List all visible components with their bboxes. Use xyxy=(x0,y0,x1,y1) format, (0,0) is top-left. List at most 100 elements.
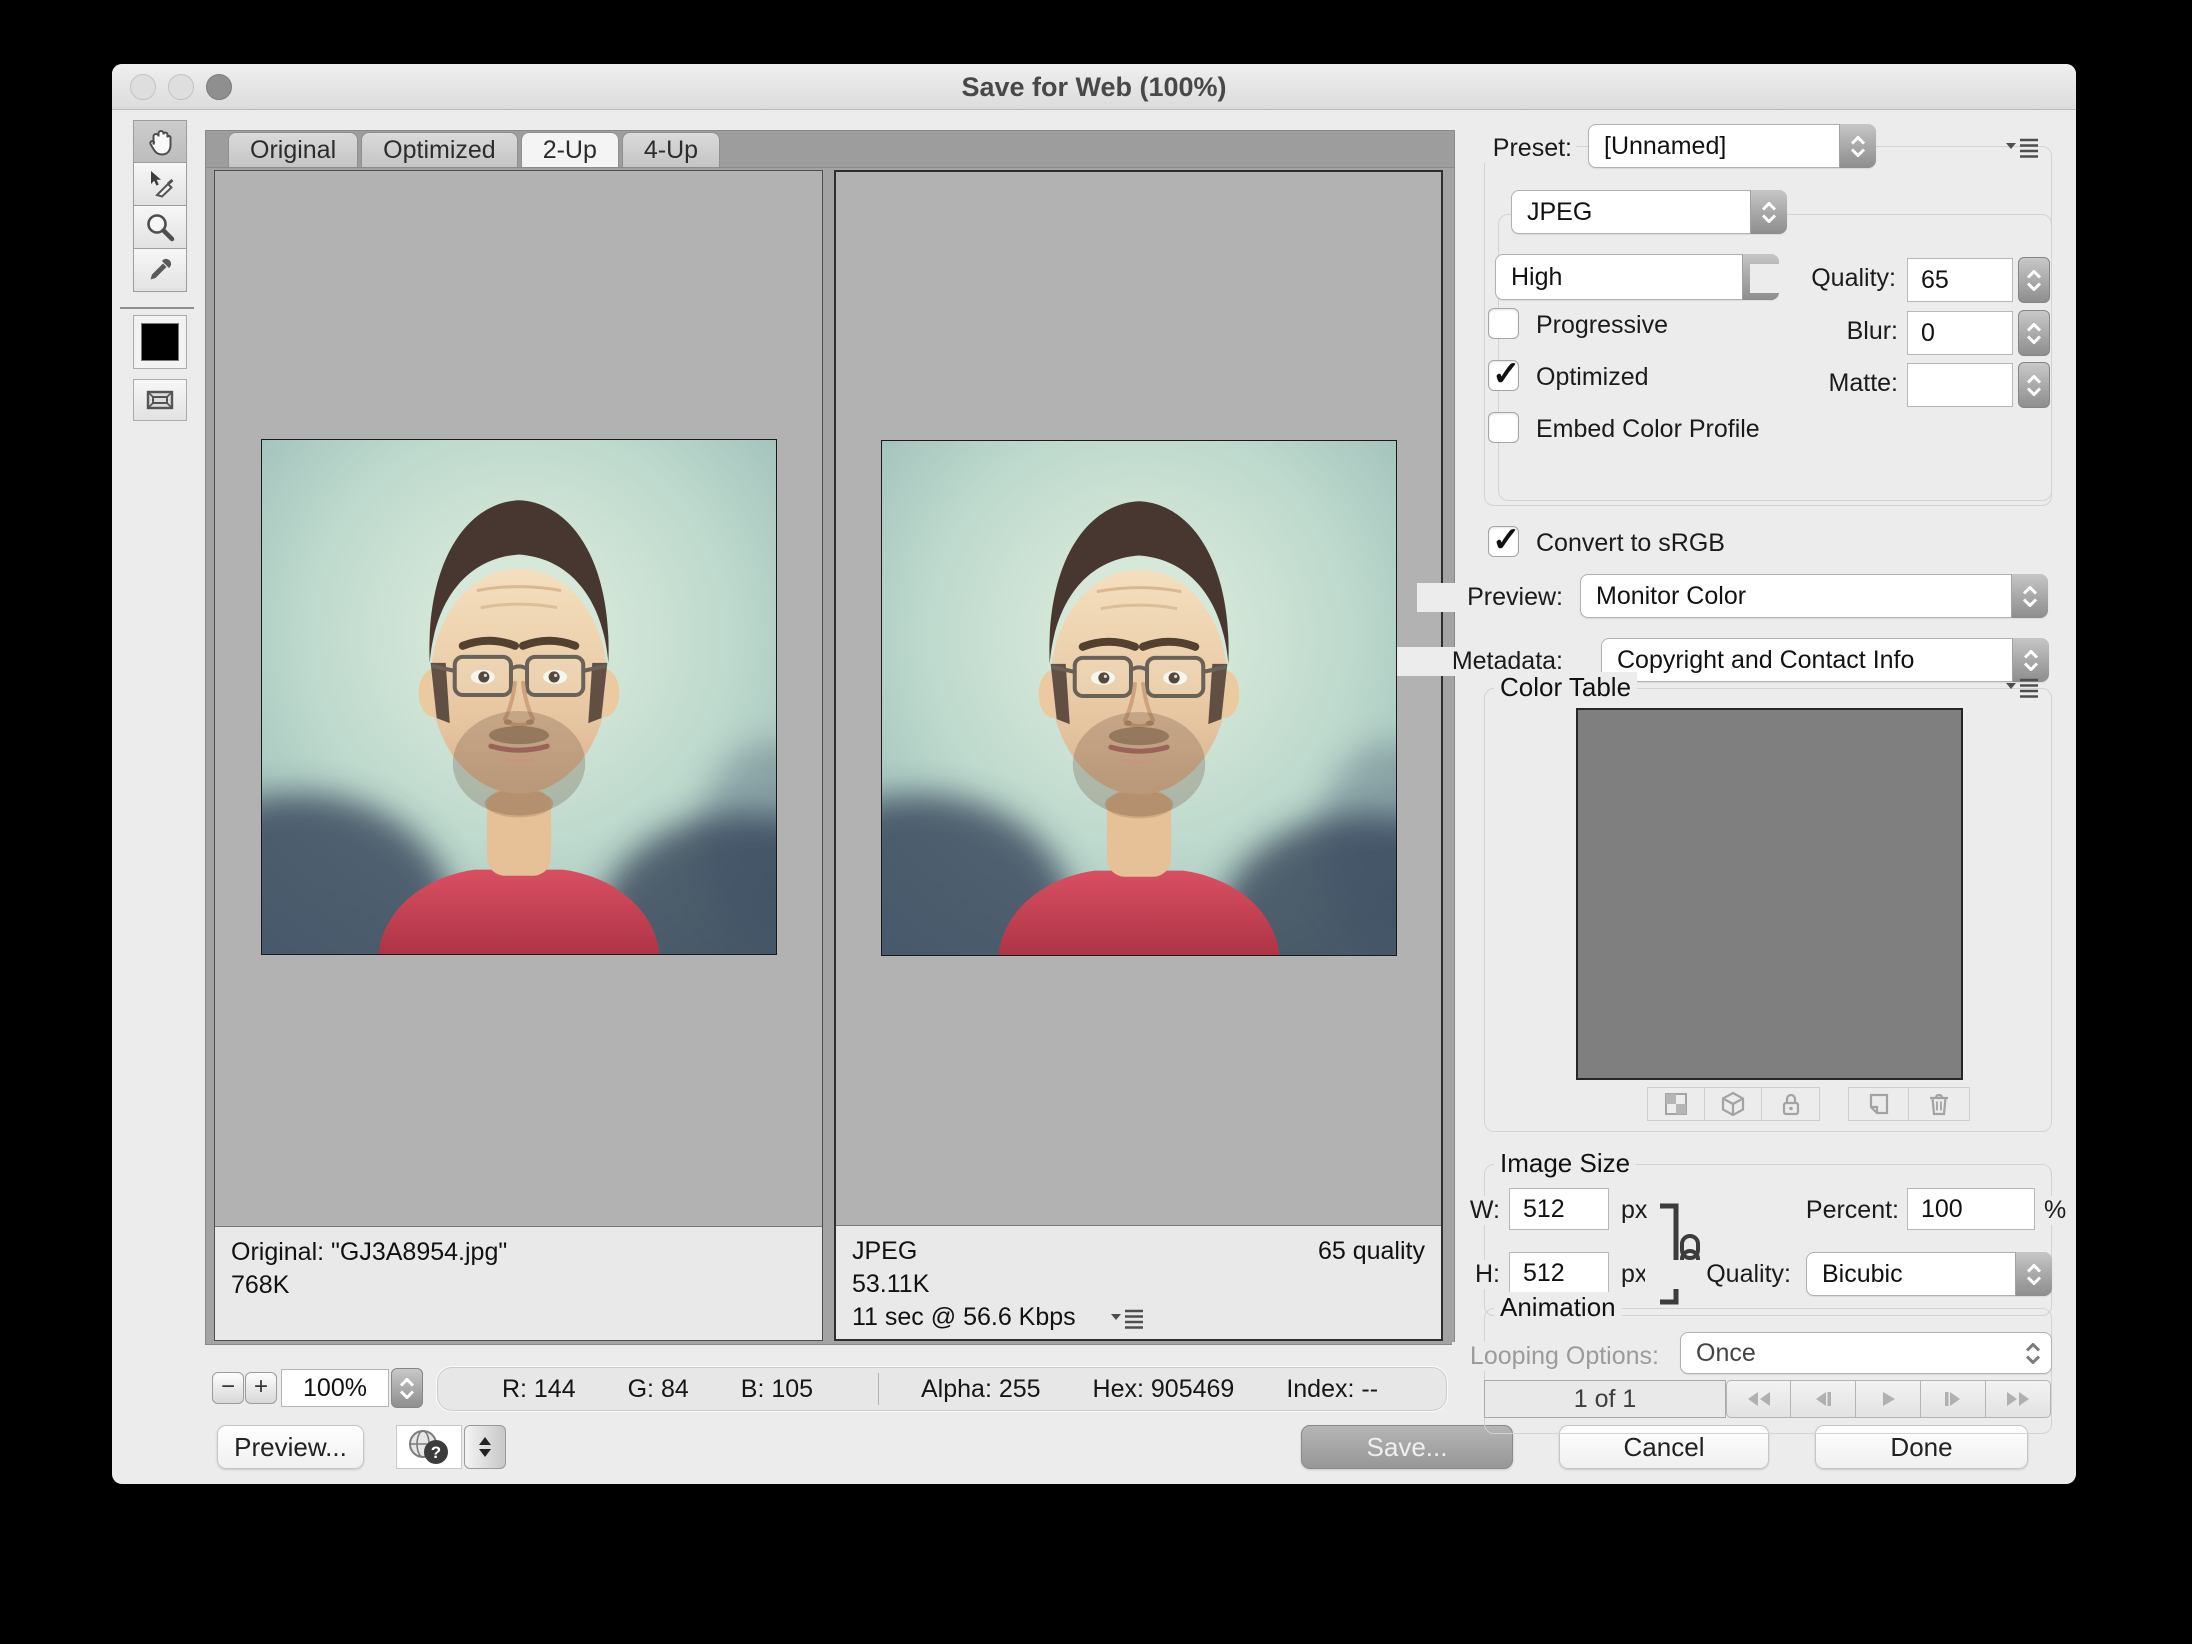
compression-quality-select[interactable]: High xyxy=(1495,254,1779,300)
zoom-window-button[interactable] xyxy=(206,74,232,100)
blur-stepper[interactable] xyxy=(2018,310,2050,356)
format-select[interactable]: JPEG xyxy=(1511,190,1787,234)
select-browser-button[interactable]: ? xyxy=(396,1425,462,1469)
hand-tool-button[interactable] xyxy=(133,120,187,163)
tab-4up[interactable]: 4-Up xyxy=(622,132,720,167)
eyedropper-color-swatch[interactable] xyxy=(133,315,187,369)
slices-visibility-icon xyxy=(142,382,178,418)
first-frame-button[interactable] xyxy=(1726,1380,1791,1418)
hand-icon xyxy=(142,124,178,160)
chevron-up-icon xyxy=(2026,1264,2042,1273)
lock-color-button[interactable] xyxy=(1762,1088,1819,1120)
percent-value: 100 xyxy=(1921,1195,1963,1224)
original-pane[interactable]: Original: "GJ3A8954.jpg" 768K xyxy=(214,170,823,1341)
zoom-tool-button[interactable] xyxy=(133,206,187,249)
convert-to-srgb-checkbox[interactable]: ✓ xyxy=(1488,526,1519,557)
chevron-down-icon xyxy=(2026,1276,2042,1285)
optimized-preview-image[interactable] xyxy=(881,440,1397,956)
last-frame-button[interactable] xyxy=(1986,1380,2051,1418)
preset-value: [Unnamed] xyxy=(1604,132,1726,161)
original-filename: Original: "GJ3A8954.jpg" xyxy=(231,1236,806,1269)
chevron-up-icon xyxy=(2026,270,2042,279)
preview-label: Preview: xyxy=(1417,583,1567,612)
index-readout: Index: -- xyxy=(1286,1375,1378,1404)
looping-options-value: Once xyxy=(1696,1339,1756,1368)
chevron-down-icon xyxy=(2026,282,2042,291)
tab-2up[interactable]: 2-Up xyxy=(521,132,619,167)
magnifier-icon xyxy=(142,209,178,245)
constrain-proportions-link-icon[interactable] xyxy=(1654,1198,1706,1310)
toggle-slices-visibility-button[interactable] xyxy=(133,379,187,421)
width-unit: px xyxy=(1617,1196,1651,1225)
close-window-button[interactable] xyxy=(130,74,156,100)
arrow-up-icon xyxy=(479,1437,491,1445)
tab-original[interactable]: Original xyxy=(228,132,358,167)
optimized-checkbox[interactable]: ✓ xyxy=(1488,360,1519,391)
next-frame-button[interactable] xyxy=(1921,1380,1986,1418)
download-speed-menu-icon[interactable] xyxy=(1109,1307,1145,1329)
embed-color-profile-checkbox[interactable]: ✓ xyxy=(1488,412,1519,443)
width-field[interactable]: 512 xyxy=(1509,1188,1609,1230)
preview-select[interactable]: Monitor Color xyxy=(1580,574,2048,618)
web-shift-button[interactable] xyxy=(1705,1088,1762,1120)
svg-text:?: ? xyxy=(431,1443,441,1462)
color-table-menu-icon[interactable] xyxy=(2004,676,2040,698)
red-readout: R: 144 xyxy=(502,1375,576,1404)
embed-color-profile-label: Embed Color Profile xyxy=(1532,415,1764,444)
color-table-actions-right xyxy=(1848,1087,1970,1121)
looping-options-select[interactable]: Once xyxy=(1680,1332,2052,1374)
slice-select-tool-button[interactable] xyxy=(133,163,187,206)
fast-forward-icon xyxy=(2003,1390,2033,1408)
image-size-title: Image Size xyxy=(1494,1148,1636,1179)
compression-value: High xyxy=(1511,263,1562,292)
progressive-checkbox[interactable]: ✓ xyxy=(1488,308,1519,339)
previous-frame-button[interactable] xyxy=(1791,1380,1856,1418)
eyedropper-icon xyxy=(142,252,178,288)
chevron-down-icon xyxy=(2026,335,2042,344)
zoom-level-stepper[interactable] xyxy=(391,1368,423,1408)
color-readout-bar: R: 144 G: 84 B: 105 Alpha: 255 Hex: 9054… xyxy=(436,1366,1448,1412)
chevron-up-icon xyxy=(1761,202,1777,211)
zoom-in-button[interactable]: + xyxy=(245,1372,277,1404)
minimize-window-button[interactable] xyxy=(168,74,194,100)
eyedropper-tool-button[interactable] xyxy=(133,249,187,292)
preset-stepper-cap xyxy=(1839,124,1876,168)
resample-quality-label: Quality: xyxy=(1645,1260,1795,1289)
hex-readout: Hex: 905469 xyxy=(1093,1375,1235,1404)
preview-in-browser-button[interactable]: Preview... xyxy=(217,1425,364,1469)
quality-stepper[interactable] xyxy=(2018,257,2050,303)
blue-readout: B: 105 xyxy=(741,1375,813,1404)
new-color-button[interactable] xyxy=(1849,1088,1909,1120)
title-bar[interactable]: Save for Web (100%) xyxy=(112,64,2076,110)
new-swatch-icon xyxy=(1866,1091,1892,1117)
percent-field[interactable]: 100 xyxy=(1907,1188,2035,1230)
zoom-out-button[interactable]: − xyxy=(212,1372,244,1404)
optimized-download-time: 11 sec @ 56.6 Kbps xyxy=(852,1303,1076,1331)
matte-stepper[interactable] xyxy=(2018,362,2050,408)
matte-field[interactable] xyxy=(1907,363,2013,407)
checkmark-icon: ✓ xyxy=(1492,354,1521,394)
delete-color-button[interactable] xyxy=(1909,1088,1969,1120)
checkmark-icon: ✓ xyxy=(1492,520,1521,560)
metadata-select[interactable]: Copyright and Contact Info xyxy=(1601,638,2049,682)
optimized-pane[interactable]: JPEG 65 quality 53.11K 11 sec @ 56.6 Kbp… xyxy=(834,170,1443,1341)
preset-select[interactable]: [Unnamed] xyxy=(1588,124,1876,168)
zoom-level-field[interactable]: 100% xyxy=(281,1369,389,1407)
chevron-down-icon xyxy=(2026,387,2042,396)
blur-field[interactable]: 0 xyxy=(1907,311,2013,355)
resample-quality-select[interactable]: Bicubic xyxy=(1806,1252,2052,1296)
original-preview-image[interactable] xyxy=(261,439,777,955)
browser-list-stepper[interactable] xyxy=(464,1425,506,1469)
matte-label: Matte: xyxy=(1752,369,1902,398)
view-tabs: Original Optimized 2-Up 4-Up xyxy=(206,131,1454,168)
color-table-swatches[interactable] xyxy=(1576,708,1963,1080)
animation-playback-controls xyxy=(1726,1380,2051,1418)
quality-field[interactable]: 65 xyxy=(1907,258,2013,302)
preset-panel-menu-icon[interactable] xyxy=(2004,136,2040,158)
chevron-up-icon xyxy=(399,1378,415,1387)
play-button[interactable] xyxy=(1856,1380,1921,1418)
height-field[interactable]: 512 xyxy=(1509,1252,1609,1294)
map-transparency-button[interactable] xyxy=(1648,1088,1705,1120)
save-button[interactable]: Save... xyxy=(1301,1425,1513,1469)
tab-optimized[interactable]: Optimized xyxy=(361,132,518,167)
